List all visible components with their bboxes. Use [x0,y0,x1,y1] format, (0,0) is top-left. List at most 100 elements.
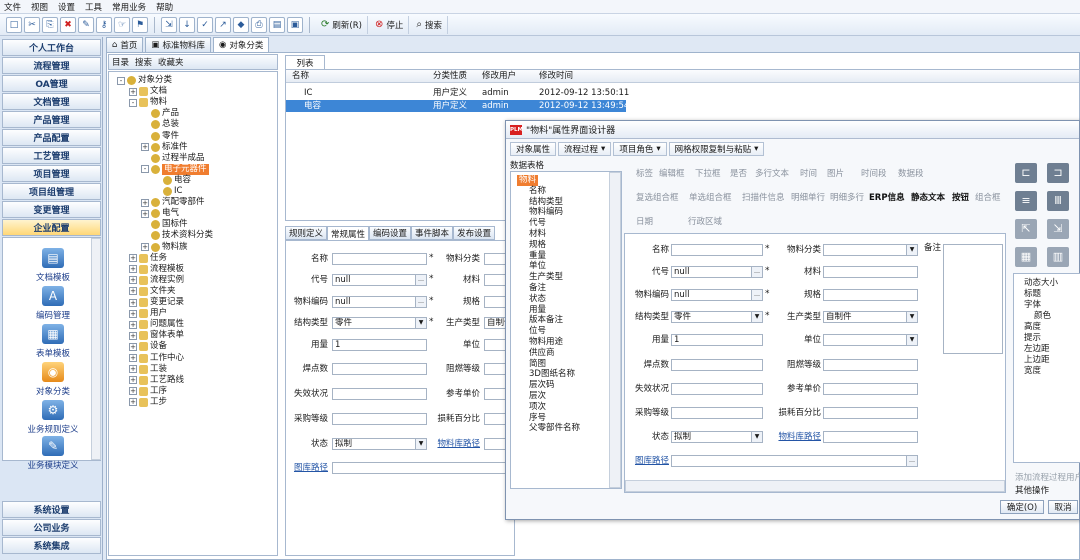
tab-event-script[interactable]: 事件脚本 [411,226,454,240]
menu-settings[interactable]: 设置 [58,1,75,13]
tab-home[interactable]: ⌂ 首页 [106,37,144,52]
label-libpath[interactable]: 物料库路径 [773,431,821,443]
print-icon[interactable]: ⎙ [251,16,267,33]
tree-node[interactable]: + 工步 [129,397,167,408]
field-item[interactable]: 状态 [529,294,546,305]
delete-icon[interactable]: ✖ [60,16,76,33]
refresh-button[interactable]: ⟳ 刷新(R) [316,15,368,34]
expand-icon[interactable]: + [129,265,137,274]
project-role-dropdown[interactable]: 项目角色 ▾ [613,141,667,156]
property-item[interactable]: 提示 [1024,333,1041,344]
tab-standard-material[interactable]: ▣ 标准物料库 [145,37,211,52]
expand-icon[interactable]: + [129,309,137,318]
tree-node[interactable]: 电容 [153,175,191,186]
field-item[interactable]: 用量 [529,305,546,316]
ctrl-date[interactable]: 日期 [636,215,653,227]
new-icon[interactable]: □ [6,16,22,33]
col-type[interactable]: 分类性质 [433,70,467,82]
ctrl-combobox[interactable]: 组合框 [975,191,1001,203]
expand-icon[interactable]: + [129,376,137,385]
nav-enterprise-config[interactable]: 企业配置 [2,219,101,236]
import-icon[interactable]: ⇲ [161,16,177,33]
nav-change-mgmt[interactable]: 变更管理 [2,201,101,218]
tree-node[interactable]: + 工作中心 [129,353,184,364]
tree-node[interactable]: + 文档 [129,86,167,97]
menu-view[interactable]: 视图 [31,1,48,13]
property-item[interactable]: 字体 [1024,300,1041,311]
expand-icon[interactable]: + [129,298,137,307]
ctrl-checkbox-group[interactable]: 复选组合框 [636,191,679,203]
category-select[interactable]: ▼ [823,244,918,256]
nav-project-mgmt[interactable]: 项目管理 [2,165,101,182]
field-item[interactable]: 物料用途 [529,337,563,348]
field-item[interactable]: 备注 [529,283,546,294]
spec-field[interactable] [823,289,918,301]
add-process-user[interactable]: 添加流程过程用户 [1015,471,1080,483]
field-item[interactable]: 位号 [529,326,546,337]
field-item[interactable]: 生产类型 [529,272,563,283]
libpath-field[interactable] [823,431,918,443]
field-item[interactable]: 简图 [529,359,546,370]
tree-node[interactable]: 零件 [141,131,179,142]
tab-object-category[interactable]: ◉ 对象分类 [212,37,270,52]
object-props-button[interactable]: 对象属性 [510,141,557,156]
tree-node[interactable]: + 流程模板 [129,264,184,275]
usage-field[interactable]: 1 [671,334,763,346]
ignite-field[interactable] [332,363,427,375]
field-item[interactable]: 结构类型 [529,197,563,208]
module-scrollbar[interactable] [91,238,101,460]
browse-button[interactable]: … [415,275,426,285]
diamond-icon[interactable]: ◆ [233,16,249,33]
ctrl-timespan[interactable]: 时间段 [861,167,887,179]
module-business-rule[interactable]: ⚙ 业务规则定义 [21,400,85,435]
table-row[interactable]: IC 用户定义 admin 2012-09-12 13:50:11 [286,87,629,99]
state-select[interactable]: 拟制 ▼ [332,438,427,450]
field-item[interactable]: 供应商 [529,348,555,359]
property-item[interactable]: 上边距 [1024,355,1050,366]
chevron-down-icon[interactable]: ▼ [906,335,917,345]
ctrl-editbox[interactable]: 编辑框 [659,167,685,179]
same-size-icon[interactable]: ▦ [1015,247,1037,267]
field-item[interactable]: 规格 [529,240,546,251]
grow-width-icon[interactable]: ⇱ [1015,219,1037,239]
tree-node[interactable]: + 流程实例 [129,275,184,286]
ctrl-button[interactable]: 按钮 [952,191,969,203]
tree-node[interactable]: - 物料 [129,97,167,108]
nav-product-mgmt[interactable]: 产品管理 [2,111,101,128]
grid-permission-dropdown[interactable]: 网格权限复制与粘贴 ▾ [668,141,765,156]
tree-tab-catalog[interactable]: 目录 [112,56,129,68]
drawpath-field[interactable]: … [671,455,918,467]
property-item[interactable]: 颜色 [1034,311,1051,322]
material-field[interactable] [823,266,918,278]
browse-button[interactable]: … [415,297,426,307]
field-item[interactable]: 序号 [529,413,546,424]
nav-process-mgmt[interactable]: 流程管理 [2,57,101,74]
field-tree-scrollbar[interactable] [609,172,621,488]
expand-icon[interactable]: + [141,143,149,152]
align-left-icon[interactable]: ⊏ [1015,163,1037,183]
grow-height-icon[interactable]: ⇲ [1047,219,1069,239]
expand-icon[interactable]: + [129,287,137,296]
nav-system-integration[interactable]: 系统集成 [2,537,101,554]
module-object-category[interactable]: ◉ 对象分类 [21,362,85,397]
export-icon[interactable]: ▣ [287,16,303,33]
field-item[interactable]: 层次码 [529,380,555,391]
field-item[interactable]: 材料 [529,229,546,240]
struct-select[interactable]: 零件 ▼ [671,311,763,323]
tree-node[interactable]: + 任务 [129,253,167,264]
ctrl-yesno[interactable]: 是否 [730,167,747,179]
tree-node[interactable]: + 窗体表单 [129,330,184,341]
field-tree-root[interactable]: 物料 [517,175,539,186]
code-field[interactable]: null… [332,274,427,286]
module-code-mgmt[interactable]: A 编码管理 [21,286,85,321]
key-icon[interactable]: ⚷ [96,16,112,33]
expand-icon[interactable]: + [141,209,149,218]
tree-node[interactable]: + 变更记录 [129,297,184,308]
field-item[interactable]: 项次 [529,402,546,413]
tag-icon[interactable]: ⚑ [132,16,148,33]
expand-icon[interactable]: + [141,243,149,251]
property-item[interactable]: 高度 [1024,322,1041,333]
module-business-module[interactable]: ✎ 业务模块定义 [21,436,85,471]
form-h-scrollbar[interactable] [625,480,1005,492]
tree-node[interactable]: 国标件 [141,219,188,230]
